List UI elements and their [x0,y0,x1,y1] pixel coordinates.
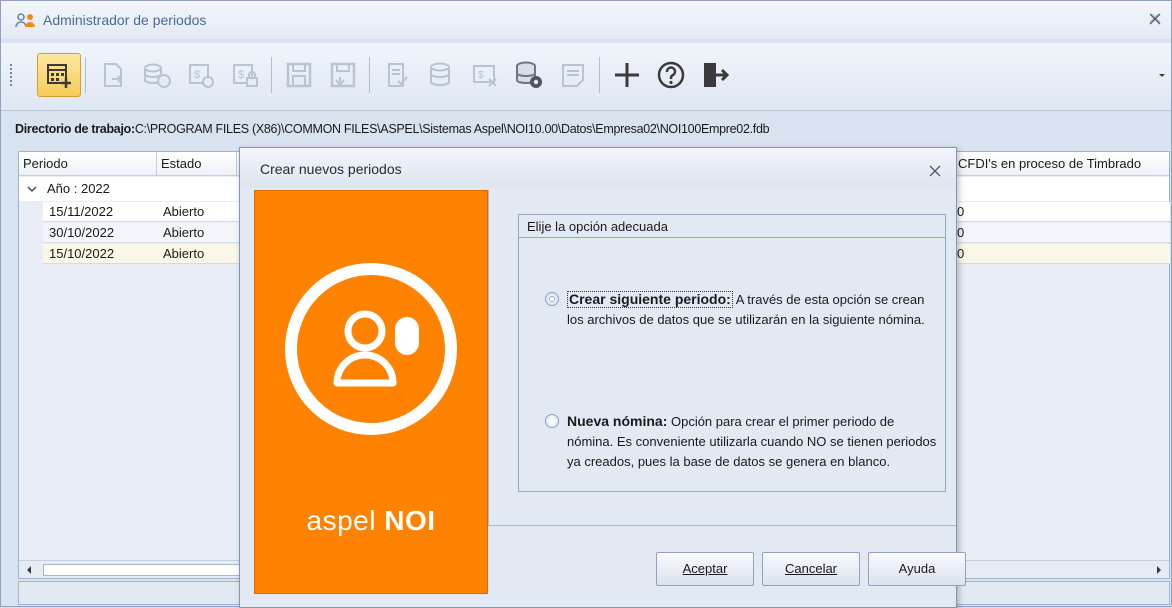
close-icon[interactable] [1147,11,1163,27]
period-manager-window: Administrador de periodos $ $ $ Director… [0,0,1172,608]
add-button[interactable] [605,53,649,97]
calendar-add-button[interactable] [37,53,81,97]
option-next-period-title: Crear siguiente periodo: [569,291,731,307]
database-gear-icon [516,61,542,88]
accept-button[interactable]: Aceptar [656,552,754,586]
option-next-period[interactable]: Crear siguiente periodo: A través de est… [545,289,937,330]
cell-cfdi: 0 [957,246,965,261]
option-new-payroll-title: Nueva nómina: [567,413,668,429]
exit-button[interactable] [693,53,737,97]
cell-estado: Abierto [163,246,205,261]
document-arrow-button[interactable] [91,53,135,97]
svg-text:$: $ [478,70,484,81]
help-button[interactable] [649,53,693,97]
save-period-alt-button[interactable] [321,53,365,97]
notes-icon [562,64,584,87]
plus-icon [615,63,639,87]
svg-text:$: $ [238,69,244,81]
column-header-cfdi[interactable]: CFDI's en proceso de Timbrado [953,152,1170,176]
period-manager-icon [15,13,35,28]
document-arrow-icon [104,63,123,87]
options-legend: Elije la opción adecuada [527,219,668,234]
user-profile-logo-icon [285,263,457,435]
exit-icon [704,63,730,87]
help-icon [657,61,685,89]
receipt-delete-button[interactable]: $ [463,53,507,97]
document-check-button[interactable] [375,53,419,97]
create-periods-dialog: Crear nuevos periodos aspel NOI Elije la… [239,147,966,608]
money-gear-icon: $ [189,64,214,88]
option-new-payroll[interactable]: Nueva nómina: Opción para crear el prime… [545,411,937,472]
receipt-delete-icon: $ [473,65,497,87]
working-directory-path: C:\PROGRAM FILES (X86)\COMMON FILES\ASPE… [134,122,770,136]
title-bar: Administrador de periodos [1,1,1171,39]
help-dialog-button[interactable]: Ayuda [868,552,966,586]
chevron-down-icon[interactable] [27,185,37,193]
database-button[interactable] [419,53,463,97]
calendar-add-icon [47,64,71,88]
brand-wordmark: aspel NOI [255,505,487,537]
scroll-left-icon[interactable] [25,565,33,575]
document-check-icon [388,63,408,87]
brand-panel: aspel NOI [254,190,488,594]
dialog-title: Crear nuevos periodos [260,161,402,177]
scrollbar-thumb[interactable] [43,564,243,576]
help-button-label: Ayuda [898,561,936,576]
toolbar-overflow-button[interactable] [1155,63,1169,87]
scroll-right-icon[interactable] [1155,565,1163,575]
cell-periodo: 30/10/2022 [49,225,115,240]
cell-periodo: 15/10/2022 [49,246,115,261]
working-directory-bar: Directorio de trabajo: C:\PROGRAM FILES … [15,115,1163,143]
cell-estado: Abierto [163,225,205,240]
coins-refresh-icon [144,63,171,88]
cell-periodo: 15/11/2022 [49,204,114,219]
notes-button[interactable] [551,53,595,97]
toolbar-grip[interactable] [9,63,13,87]
close-icon[interactable] [928,164,942,178]
cell-cfdi: 0 [957,204,965,219]
money-lock-button[interactable]: $ [223,53,267,97]
save-period-button[interactable] [277,53,321,97]
radio-new-payroll[interactable] [545,414,559,428]
dialog-button-bar: Aceptar Cancelar Ayuda [488,525,966,595]
dialog-title-bar: Crear nuevos periodos [240,148,956,188]
save-period-icon [286,62,312,88]
money-gear-button[interactable]: $ [179,53,223,97]
accept-button-label: Aceptar [682,561,728,576]
options-group: Elije la opción adecuada Crear siguiente… [518,214,946,492]
window-title: Administrador de periodos [43,12,207,28]
coins-refresh-button[interactable] [135,53,179,97]
money-lock-icon: $ [233,64,258,87]
svg-text:$: $ [194,69,200,81]
column-header-periodo[interactable]: Periodo [19,152,157,176]
column-header-estado[interactable]: Estado [157,152,237,176]
cancel-button[interactable]: Cancelar [762,552,860,586]
cell-estado: Abierto [163,204,205,219]
group-label: Año : 2022 [47,181,110,196]
brand-text-noi: NOI [384,505,436,536]
cancel-button-label: Cancelar [784,561,838,576]
working-directory-label: Directorio de trabajo: [15,122,135,136]
brand-text-aspel: aspel [306,505,376,536]
save-period-alt-icon [330,62,356,88]
chevron-down-icon [1159,74,1165,77]
toolbar: $ $ $ [1,43,1171,111]
radio-next-period[interactable] [545,292,559,306]
cell-cfdi: 0 [957,225,965,240]
database-icon [430,62,450,86]
database-gear-button[interactable] [507,53,551,97]
